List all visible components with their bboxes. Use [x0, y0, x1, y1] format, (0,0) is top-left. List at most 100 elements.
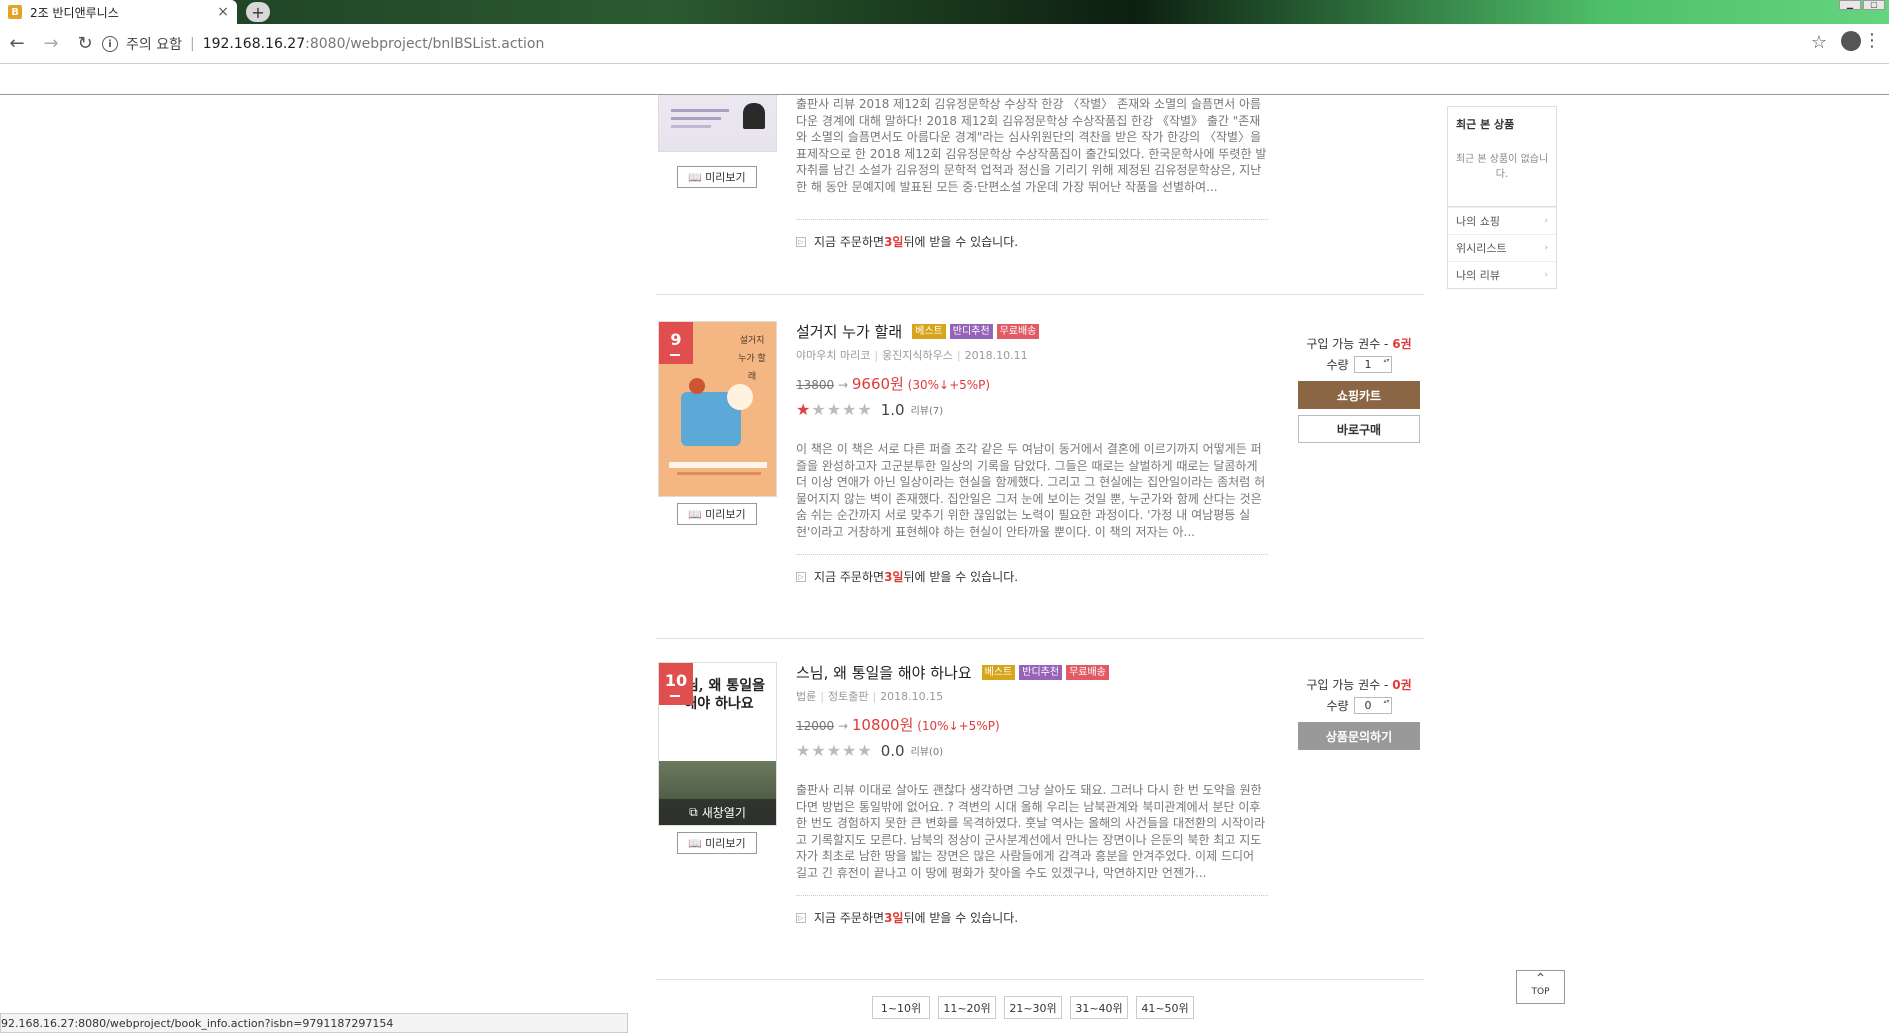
ship-text-post: 뒤에 받을 수 있습니다.: [903, 911, 1019, 925]
new-window-overlay[interactable]: ⧉ 새창열기: [659, 799, 776, 825]
publisher[interactable]: 웅진지식하우스: [882, 349, 953, 362]
recommend-badge: 반디추천: [1019, 664, 1063, 680]
preview-button-1[interactable]: 📖 미리보기: [677, 166, 757, 188]
shipping-icon: ▷: [796, 912, 806, 923]
chevron-right-icon: ›: [1544, 216, 1548, 226]
scroll-top-button[interactable]: ⌃ TOP: [1516, 970, 1565, 1004]
book-description: 이 책은 이 책은 서로 다른 퍼즐 조각 같은 두 여남이 동거에서 결혼에 …: [796, 442, 1266, 539]
book-title-link[interactable]: 설거지 누가 할래: [796, 321, 902, 342]
page-link[interactable]: 11~20위: [938, 996, 996, 1019]
dotted-divider: [796, 895, 1268, 896]
recommend-badge: 반디추천: [949, 323, 993, 339]
url-field[interactable]: i 주의 요함 | 192.168.16.27 :8080/webproject…: [102, 29, 1807, 59]
dotted-divider: [796, 219, 1268, 220]
forward-arrow-icon[interactable]: →: [34, 24, 68, 64]
preview-button-2[interactable]: 📖 미리보기: [677, 503, 757, 525]
item-divider: [656, 979, 1424, 980]
menu-icon[interactable]: ⋮: [1863, 30, 1881, 51]
author[interactable]: 야마우치 마리코: [796, 349, 870, 362]
link-label: 위시리스트: [1456, 242, 1507, 255]
book-cover-2[interactable]: 설거지 누가 할래 9: [658, 321, 777, 497]
ship-text-pre: 지금 주문하면: [814, 570, 885, 584]
bookmark-star-icon[interactable]: ☆: [1811, 32, 1827, 53]
preview-label: 미리보기: [705, 837, 746, 850]
price-row: 12000 → 10800원 (10%↓+5%P): [796, 714, 1268, 735]
rank-pagination: 1~10위 11~20위 21~30위 31~40위 41~50위: [872, 996, 1194, 1019]
page-content: 📖 미리보기 출판사 리뷰 2018 제12회 김유정문학상 수상작 한강 〈작…: [0, 95, 1889, 1033]
book-description: 출판사 리뷰 이대로 살아도 괜찮다 생각하면 그냥 살아도 돼요. 그러나 다…: [796, 783, 1266, 880]
ship-days: 3일: [884, 235, 904, 249]
book-info-3: 스님, 왜 통일을 해야 하나요 베스트 반디추천 무료배송 법륜 | 정토출판 | 2…: [796, 662, 1268, 926]
maximize-icon[interactable]: ▢: [1863, 0, 1885, 10]
info-icon[interactable]: i: [102, 36, 118, 52]
ship-days: 3일: [884, 570, 904, 584]
quantity-stepper[interactable]: 0: [1353, 697, 1392, 714]
reload-icon[interactable]: ↻: [68, 24, 102, 64]
dotted-divider: [796, 554, 1268, 555]
book-title-row: 스님, 왜 통일을 해야 하나요 베스트 반디추천 무료배송: [796, 662, 1268, 682]
ship-days: 3일: [884, 911, 904, 925]
wishlist-link[interactable]: 위시리스트 ›: [1448, 234, 1556, 261]
preview-label: 미리보기: [705, 171, 746, 184]
author[interactable]: 법륜: [796, 690, 816, 703]
available-count: 구입 가능 권수 - 6권: [1298, 335, 1420, 352]
book-icon: 📖: [688, 170, 703, 184]
page-link[interactable]: 1~10위: [872, 996, 930, 1019]
quantity-label: 수량: [1326, 699, 1349, 713]
original-price: 13800: [796, 378, 835, 392]
close-tab-icon[interactable]: ×: [217, 4, 229, 20]
product-inquiry-button[interactable]: 상품문의하기: [1298, 722, 1420, 750]
back-arrow-icon[interactable]: ←: [0, 24, 34, 64]
my-review-link[interactable]: 나의 리뷰 ›: [1448, 261, 1556, 288]
page-link[interactable]: 41~50위: [1136, 996, 1194, 1019]
review-count[interactable]: 리뷰(7): [911, 402, 944, 417]
review-count[interactable]: 리뷰(0): [911, 743, 944, 758]
order-panel-2: 구입 가능 권수 - 6권 수량 1 쇼핑카트 바로구매: [1298, 335, 1420, 443]
book-info-2: 설거지 누가 할래 베스트 반디추천 무료배송 야마우치 마리코 | 웅진지식하우스…: [796, 321, 1268, 585]
my-shopping-link[interactable]: 나의 쇼핑 ›: [1448, 207, 1556, 234]
recent-empty-text: 최근 본 상품이 없습니다.: [1448, 138, 1556, 207]
preview-button-3[interactable]: 📖 미리보기: [677, 832, 757, 854]
star-rating: ★★★★★: [796, 400, 873, 419]
shipping-icon: ▷: [796, 236, 806, 247]
order-panel-3: 구입 가능 권수 - 0권 수량 0 상품문의하기: [1298, 676, 1420, 750]
rating-score: 0.0: [880, 741, 905, 760]
security-label: 주의 요함: [126, 37, 182, 53]
minimize-icon[interactable]: ▁: [1839, 0, 1861, 10]
sale-price: 10800원: [851, 716, 914, 734]
status-bar-url: 92.168.16.27:8080/webproject/book_info.a…: [0, 1013, 628, 1033]
page-link[interactable]: 21~30위: [1004, 996, 1062, 1019]
shipping-notice: ▷ 지금 주문하면 3일 뒤에 받을 수 있습니다.: [796, 568, 1268, 585]
rating-row: ★★★★★ 1.0 리뷰(7): [796, 400, 1268, 419]
quantity-row: 수량 1: [1298, 356, 1420, 373]
url-path: :8080/webproject/bnlBSList.action: [305, 36, 545, 52]
book-icon: 📖: [688, 836, 703, 850]
cover-art: [659, 95, 776, 151]
shopping-cart-button[interactable]: 쇼핑카트: [1298, 381, 1420, 409]
account-icon[interactable]: [1841, 31, 1861, 51]
book-title-link[interactable]: 스님, 왜 통일을 해야 하나요: [796, 662, 972, 683]
browser-tab[interactable]: B 2조 반디앤루니스 ×: [0, 0, 237, 24]
favicon-icon: B: [8, 5, 22, 19]
book-cover-1[interactable]: [658, 95, 777, 152]
chevron-right-icon: ›: [1544, 243, 1548, 253]
avail-label: 구입 가능 권수 -: [1306, 337, 1393, 351]
item-divider: [656, 294, 1424, 295]
quantity-stepper[interactable]: 1: [1353, 356, 1392, 373]
book-cover-3[interactable]: 스님, 왜 통일을 해야 하나요 10 ⧉ 새창열기: [658, 662, 777, 826]
quantity-label: 수량: [1326, 358, 1349, 372]
preview-label: 미리보기: [705, 508, 746, 521]
chevron-right-icon: ›: [1544, 270, 1548, 280]
page-link[interactable]: 31~40위: [1070, 996, 1128, 1019]
publisher[interactable]: 정토출판: [828, 690, 868, 703]
avail-label: 구입 가능 권수 -: [1306, 678, 1393, 692]
new-tab-button[interactable]: +: [246, 2, 270, 22]
discount-rate: (30%↓+5%P): [903, 378, 991, 392]
star-icon: ★: [796, 400, 812, 419]
book-description: 출판사 리뷰 2018 제12회 김유정문학상 수상작 한강 〈작별〉 존재와 …: [796, 97, 1267, 194]
buy-now-button[interactable]: 바로구매: [1298, 415, 1420, 443]
shipping-notice: ▷ 지금 주문하면 3일 뒤에 받을 수 있습니다.: [796, 233, 1268, 250]
ship-text-pre: 지금 주문하면: [814, 235, 885, 249]
free-shipping-badge: 무료배송: [996, 323, 1040, 339]
top-label: TOP: [1531, 987, 1550, 997]
